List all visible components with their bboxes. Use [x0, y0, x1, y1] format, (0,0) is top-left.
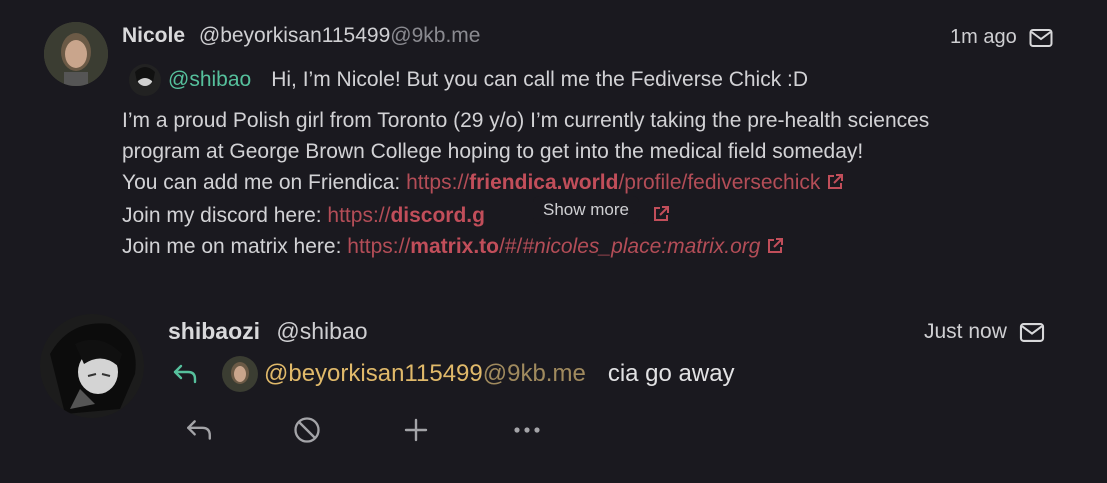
note-text: cia go away — [607, 360, 735, 387]
body-line-2: program at George Brown College hoping t… — [122, 140, 864, 163]
external-link-icon — [652, 205, 670, 228]
reply-icon — [172, 363, 198, 385]
avatar-shibaozi[interactable] — [40, 314, 144, 418]
mention-shibao[interactable]: @shibao — [168, 68, 251, 92]
greeting-text: Hi, I’m Nicole! But you can call me the … — [271, 68, 809, 91]
author-name[interactable]: Nicole — [122, 24, 185, 47]
discord-link[interactable]: https://discord.g — [327, 204, 485, 227]
mail-icon — [1029, 28, 1053, 48]
author-name[interactable]: shibaozi — [168, 318, 260, 344]
reply-to-mention[interactable]: @beyorkisan115499@9kb.me — [264, 360, 586, 388]
body-line-4: Join my discord here: https://discord.g — [122, 204, 485, 227]
note-body: I’m a proud Polish girl from Toronto (29… — [122, 105, 929, 264]
external-link-icon — [766, 233, 784, 264]
avatar-shibao-small[interactable] — [129, 64, 161, 96]
mention-line: @shibao Hi, I’m Nicole! But you can call… — [129, 64, 808, 96]
note-time-area: Just now — [924, 320, 1045, 344]
note-time[interactable]: Just now — [924, 320, 1007, 344]
reply-line: @beyorkisan115499@9kb.me cia go away — [172, 356, 735, 392]
note-header: Nicole @beyorkisan115499@9kb.me — [122, 24, 480, 48]
matrix-link[interactable]: https://matrix.to/#/#nicoles_place:matri… — [347, 235, 760, 258]
author-handle[interactable]: @shibao — [276, 318, 367, 344]
note-footer — [185, 416, 541, 444]
body-line-1: I’m a proud Polish girl from Toronto (29… — [122, 109, 930, 132]
note-header: shibaozi @shibao — [168, 318, 368, 345]
show-more-button[interactable]: Show more — [533, 196, 639, 224]
note-time-area: 1m ago — [950, 26, 1053, 49]
block-icon[interactable] — [293, 416, 321, 444]
body-line-3: You can add me on Friendica: https://fri… — [122, 167, 929, 200]
external-link-icon — [826, 169, 844, 200]
friendica-link[interactable]: https://friendica.world/profile/fedivers… — [406, 171, 820, 194]
mail-icon — [1019, 322, 1045, 343]
author-handle[interactable]: @beyorkisan115499@9kb.me — [199, 24, 481, 47]
reply-icon[interactable] — [185, 417, 213, 443]
note-time[interactable]: 1m ago — [950, 26, 1017, 49]
avatar-nicole[interactable] — [44, 22, 108, 86]
plus-icon[interactable] — [403, 417, 429, 443]
more-icon[interactable] — [513, 426, 541, 434]
body-line-5: Join me on matrix here: https://matrix.t… — [122, 231, 929, 264]
avatar-nicole-small[interactable] — [222, 356, 258, 392]
